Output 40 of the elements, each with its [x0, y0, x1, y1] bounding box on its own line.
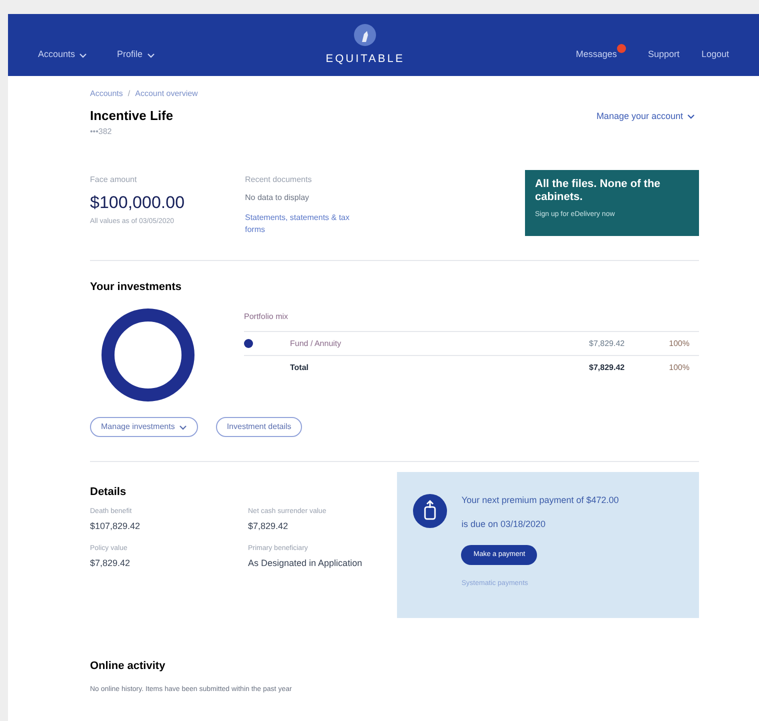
section-heading: Online activity	[90, 659, 166, 674]
fund-name: Total	[290, 362, 310, 374]
manage-account-link[interactable]: Manage your account	[596, 110, 695, 124]
nav-link[interactable]: Logout	[701, 48, 729, 62]
fund-amount: $7,829.42	[589, 362, 626, 374]
breadcrumb-link[interactable]: Accounts	[90, 88, 123, 100]
fund-percent: 100%	[669, 362, 690, 374]
fund-amount: $7,829.42	[589, 338, 626, 350]
detail-value: As Designated in Application	[248, 557, 364, 570]
portfolio-mix-label: Portfolio mix	[244, 311, 290, 323]
outline-button[interactable]: Manage investments	[90, 417, 198, 437]
empty-documents-text: No data to display	[245, 192, 310, 204]
payment-due-date: is due on 03/18/2020	[461, 518, 547, 530]
payment-due-text: Your next premium payment of $472.00	[461, 494, 619, 507]
promo-title: All the files. None of the cabinets.	[535, 178, 662, 204]
chevron-down-icon	[146, 52, 155, 58]
policy-number: •••382	[90, 126, 113, 138]
statements-link[interactable]: Statements, statements & tax forms	[245, 212, 370, 236]
fund-percent: 100%	[669, 338, 690, 350]
nav-menu-link[interactable]: Accounts	[38, 48, 88, 62]
section-heading: Details	[90, 485, 128, 500]
outline-button[interactable]: Investment details	[216, 417, 302, 437]
detail-value: $7,829.42	[90, 557, 132, 570]
payment-icon	[413, 494, 448, 528]
policy-title: Incentive Life	[90, 107, 174, 125]
breadcrumb-separator: /	[128, 88, 130, 100]
logo-icon	[353, 22, 378, 47]
nav-menu-link[interactable]: Profile	[117, 48, 155, 62]
chevron-down-icon	[79, 52, 88, 58]
section-heading: Your investments	[90, 280, 182, 294]
field-label: Recent documents	[245, 174, 313, 186]
detail-value: $7,829.42	[248, 520, 290, 533]
brand-name: EQUITABLE	[326, 52, 405, 67]
detail-value: $107,829.42	[90, 520, 142, 533]
face-amount: $100,000.00	[90, 192, 186, 214]
field-label: Face amount	[90, 174, 138, 186]
nav-link[interactable]: Messages	[576, 48, 617, 62]
nav-link[interactable]: Support	[648, 48, 680, 62]
fund-name: Fund / Annuity	[290, 338, 342, 350]
chevron-down-icon	[687, 114, 695, 120]
